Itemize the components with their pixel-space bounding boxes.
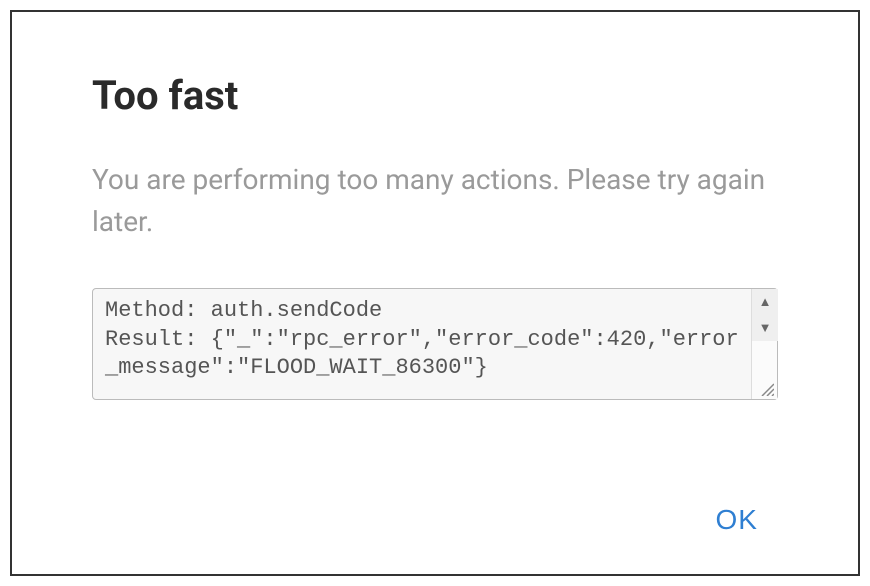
dialog-message: You are performing too many actions. Ple…	[92, 159, 778, 243]
scroll-down-arrow-icon[interactable]: ▼	[752, 315, 778, 341]
resize-handle-icon[interactable]	[756, 378, 774, 396]
error-dialog: Too fast You are performing too many act…	[10, 10, 860, 576]
scroll-up-arrow-icon[interactable]: ▲	[752, 289, 778, 315]
error-detail-box: Method: auth.sendCode Result: {"_":"rpc_…	[92, 288, 778, 400]
dialog-title: Too fast	[92, 72, 778, 119]
error-detail-text[interactable]: Method: auth.sendCode Result: {"_":"rpc_…	[93, 289, 751, 399]
dialog-footer: OK	[92, 466, 778, 544]
ok-button[interactable]: OK	[696, 496, 778, 544]
